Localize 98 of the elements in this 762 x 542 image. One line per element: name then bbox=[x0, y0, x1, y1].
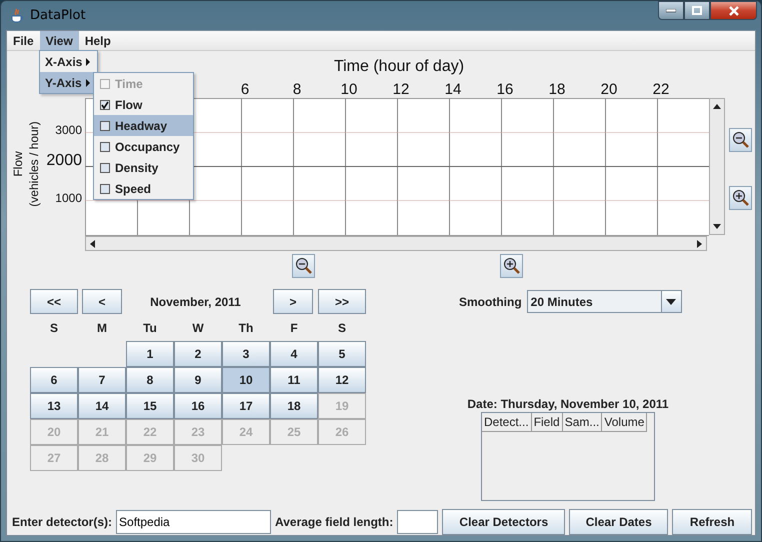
checkbox[interactable] bbox=[100, 100, 110, 110]
day-button[interactable]: 10 bbox=[222, 367, 270, 393]
menu-item[interactable]: Density bbox=[94, 157, 193, 178]
column-header[interactable]: Sam... bbox=[562, 413, 602, 432]
column-header[interactable]: Field bbox=[532, 413, 563, 432]
weekday-label: Tu bbox=[142, 320, 158, 336]
coffee-cup-icon bbox=[9, 8, 25, 24]
day-button[interactable]: 14 bbox=[78, 393, 126, 419]
menu-item[interactable]: Speed bbox=[94, 178, 193, 199]
day-button[interactable]: 5 bbox=[318, 341, 366, 367]
zoom-in-button[interactable] bbox=[729, 186, 752, 210]
menu-item[interactable]: Headway bbox=[94, 115, 193, 136]
day-button[interactable]: 13 bbox=[30, 393, 78, 419]
menu-item[interactable]: View bbox=[40, 31, 79, 51]
day-button[interactable]: 8 bbox=[126, 367, 174, 393]
next-year-button[interactable]: >> bbox=[318, 289, 366, 314]
field-length-field[interactable] bbox=[397, 510, 438, 534]
window-title: DataPlot bbox=[30, 8, 86, 23]
day-button[interactable]: 7 bbox=[78, 367, 126, 393]
axis-title: (vehicles / hour) bbox=[27, 121, 41, 207]
tick-label: 14 bbox=[444, 81, 462, 98]
day-button[interactable]: 6 bbox=[30, 367, 78, 393]
previous-year-button[interactable]: << bbox=[30, 289, 78, 314]
zoom-in-icon bbox=[732, 189, 750, 207]
tick-label: 20 bbox=[600, 81, 618, 98]
zoom-out-button[interactable] bbox=[729, 128, 752, 152]
vertical-scrollbar[interactable] bbox=[709, 98, 725, 235]
horizontal-scrollbar[interactable] bbox=[85, 236, 707, 251]
checkbox[interactable] bbox=[100, 120, 110, 130]
previous-month-button[interactable]: < bbox=[82, 289, 122, 314]
day-button[interactable]: 11 bbox=[270, 367, 318, 393]
tick-label: 6 bbox=[240, 81, 250, 98]
zoom-out-icon bbox=[732, 131, 750, 149]
column-header[interactable]: Detect... bbox=[482, 413, 532, 432]
close-icon bbox=[728, 6, 740, 16]
tick-label: 3000 bbox=[55, 123, 82, 137]
zoom-out-icon bbox=[294, 257, 312, 275]
menu-item[interactable]: Flow bbox=[94, 94, 193, 115]
axis-title: Flow bbox=[11, 151, 25, 177]
close-button[interactable] bbox=[710, 1, 757, 20]
submenu-arrow-icon bbox=[86, 58, 90, 66]
menu-item[interactable]: File bbox=[7, 31, 40, 51]
menu-item[interactable]: Occupancy bbox=[94, 136, 193, 157]
checkbox[interactable] bbox=[100, 142, 110, 152]
zoom-out-button[interactable] bbox=[292, 254, 315, 278]
day-button[interactable]: 2 bbox=[174, 341, 222, 367]
tick-label: 2000 bbox=[46, 152, 82, 169]
day-button[interactable]: 3 bbox=[222, 341, 270, 367]
field-length-label: Average field length: bbox=[275, 515, 394, 529]
smoothing-label: Smoothing bbox=[459, 294, 522, 308]
axis-title: Time (hour of day) bbox=[334, 58, 464, 75]
tick-label: 16 bbox=[496, 81, 514, 98]
tick-label: 18 bbox=[548, 81, 566, 98]
checkbox[interactable] bbox=[100, 184, 110, 194]
action-button[interactable]: Refresh bbox=[672, 509, 752, 535]
next-month-button[interactable]: > bbox=[273, 289, 313, 314]
day-button[interactable]: 16 bbox=[174, 393, 222, 419]
maximize-icon bbox=[692, 6, 702, 15]
smoothing-dropdown[interactable]: 20 Minutes bbox=[526, 290, 682, 313]
day-button[interactable]: 15 bbox=[126, 393, 174, 419]
tick-label: 10 bbox=[340, 81, 358, 98]
tick-label: 8 bbox=[292, 81, 302, 98]
left-arrow-icon bbox=[90, 240, 95, 248]
checkbox[interactable] bbox=[100, 162, 110, 172]
weekday-label: M bbox=[96, 320, 108, 336]
down-arrow-icon bbox=[713, 224, 721, 229]
menu-item[interactable]: X-Axis bbox=[40, 51, 97, 72]
tick-label: 12 bbox=[392, 81, 410, 98]
day-button[interactable]: 4 bbox=[270, 341, 318, 367]
action-button[interactable]: Clear Detectors bbox=[442, 509, 566, 535]
tick-label: 1000 bbox=[55, 191, 82, 205]
detector-field[interactable]: Softpedia bbox=[116, 510, 272, 534]
day-button[interactable]: 9 bbox=[174, 367, 222, 393]
maximize-button[interactable] bbox=[684, 1, 710, 20]
day-button[interactable]: 1 bbox=[126, 341, 174, 367]
column-header[interactable]: Volume bbox=[602, 413, 648, 432]
day-button[interactable]: 17 bbox=[222, 393, 270, 419]
weekday-label: F bbox=[289, 320, 299, 336]
tick-label: 22 bbox=[652, 81, 670, 98]
zoom-in-button[interactable] bbox=[500, 254, 523, 278]
zoom-in-icon bbox=[502, 257, 520, 275]
submenu-arrow-icon bbox=[86, 78, 90, 86]
minimize-icon bbox=[666, 8, 676, 12]
detector-label: Enter detector(s): bbox=[12, 515, 112, 529]
date-label: Date: Thursday, November 10, 2011 bbox=[467, 397, 669, 411]
weekday-label: Th bbox=[238, 320, 254, 336]
day-button[interactable]: 18 bbox=[270, 393, 318, 419]
month-label: November, 2011 bbox=[149, 294, 242, 308]
day-button[interactable]: 12 bbox=[318, 367, 366, 393]
menu-item[interactable]: Help bbox=[78, 31, 117, 51]
weekday-label: S bbox=[336, 320, 347, 336]
up-arrow-icon bbox=[713, 104, 721, 109]
minimize-button[interactable] bbox=[658, 1, 684, 20]
weekday-label: S bbox=[48, 320, 59, 336]
dropdown-arrow-icon bbox=[666, 298, 676, 304]
action-button[interactable]: Clear Dates bbox=[569, 509, 668, 535]
weekday-label: W bbox=[191, 320, 205, 336]
right-arrow-icon bbox=[697, 240, 702, 248]
